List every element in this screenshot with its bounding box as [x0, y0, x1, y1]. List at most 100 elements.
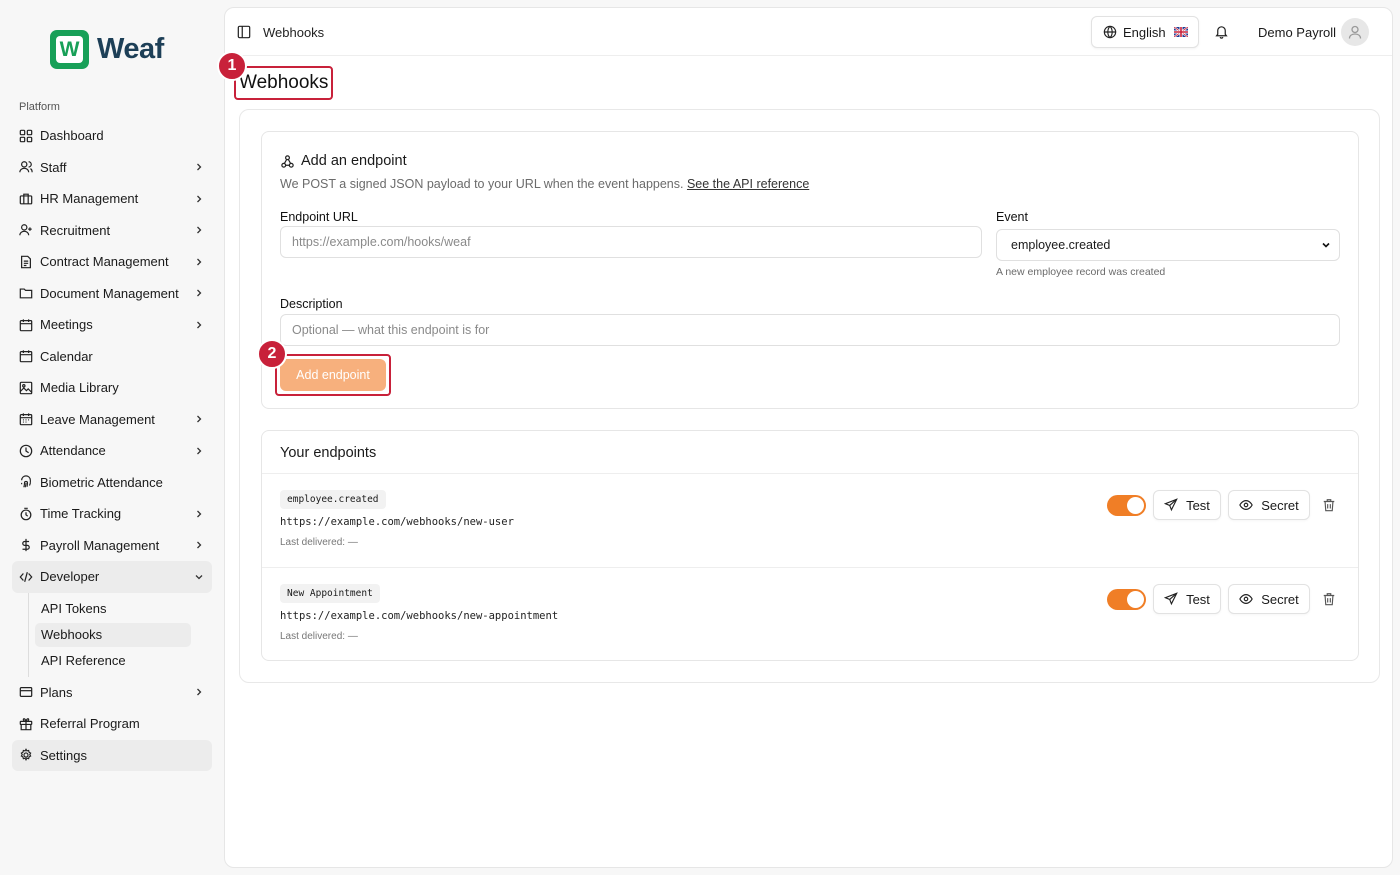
sidebar-subitem-api-reference[interactable]: API Reference [35, 649, 191, 673]
toggle-knob [1127, 497, 1144, 514]
enabled-toggle[interactable] [1107, 589, 1146, 610]
description-input[interactable] [280, 314, 1340, 346]
api-reference-link[interactable]: See the API reference [687, 177, 809, 191]
endpoint-url: https://example.com/webhooks/new-user [280, 516, 514, 528]
chevron-right-icon [197, 195, 202, 203]
bell-icon[interactable] [1214, 24, 1229, 39]
sidebar-item-media-library[interactable]: Media Library [12, 372, 212, 404]
subtitle-text: We POST a signed JSON payload to your UR… [280, 177, 684, 191]
sidebar-item-leave-management[interactable]: Leave Management [12, 404, 212, 436]
sidebar-item-label: Referral Program [40, 716, 140, 732]
sidebar-item-plans[interactable]: Plans [12, 677, 212, 709]
test-label: Test [1186, 497, 1210, 513]
enabled-toggle[interactable] [1107, 495, 1146, 516]
code-icon [19, 571, 33, 582]
folder-icon [19, 288, 33, 299]
add-endpoint-heading: Add an endpoint [280, 153, 407, 169]
avatar[interactable] [1341, 18, 1369, 46]
send-icon [1164, 498, 1178, 512]
gear-icon [20, 748, 32, 762]
test-label: Test [1186, 591, 1210, 607]
sidebar-item-label: Staff [40, 159, 67, 175]
sidebar-item-label: Time Tracking [40, 506, 122, 522]
main-panel: Webhooks English Demo Payroll Webhooks 1… [217, 7, 1393, 868]
trash-icon[interactable] [1322, 592, 1336, 606]
sidebar-item-recruitment[interactable]: Recruitment [12, 215, 212, 247]
dollar-icon [22, 539, 30, 552]
event-badge: New Appointment [280, 584, 380, 603]
webhook-icon [281, 154, 294, 168]
document-icon [21, 255, 31, 269]
sidebar-item-payroll-management[interactable]: Payroll Management [12, 530, 212, 562]
sidebar-item-developer[interactable]: Developer [12, 561, 212, 593]
dashboard-icon [19, 129, 33, 143]
chevron-right-icon [197, 415, 202, 423]
calendar-icon [19, 350, 33, 363]
sidebar-item-settings[interactable]: Settings [12, 739, 212, 771]
sidebar-subitem-api-tokens[interactable]: API Tokens [35, 597, 191, 621]
test-button[interactable]: Test [1153, 490, 1221, 520]
sidebar-item-staff[interactable]: Staff [12, 152, 212, 184]
sidebar-item-calendar[interactable]: Calendar [12, 341, 212, 373]
event-badge: employee.created [280, 490, 386, 509]
brand-logo[interactable]: W Weaf [50, 30, 164, 69]
sidebar-item-label: Document Management [40, 285, 179, 301]
sidebar-item-label: Attendance [40, 443, 106, 459]
breadcrumb: Webhooks [263, 25, 325, 40]
sidebar-item-time-tracking[interactable]: Time Tracking [12, 498, 212, 530]
brand-name: Weaf [97, 33, 164, 65]
credit-card-icon [19, 687, 33, 698]
secret-button[interactable]: Secret [1228, 584, 1310, 614]
user-icon [1348, 25, 1362, 39]
sidebar-item-label: Payroll Management [40, 537, 160, 553]
sidebar-item-label: HR Management [40, 191, 139, 207]
logo-letter: W [56, 36, 83, 63]
sidebar-item-label: Settings [40, 747, 87, 763]
sidebar-item-referral-program[interactable]: Referral Program [12, 708, 212, 740]
endpoint-url: https://example.com/webhooks/new-appoint… [280, 610, 559, 622]
users-icon [19, 161, 33, 173]
sidebar-item-dashboard[interactable]: Dashboard [12, 120, 212, 152]
sidebar-item-label: Media Library [40, 380, 119, 396]
event-select-value: employee.created [1011, 238, 1111, 252]
sidebar-item-label: Dashboard [40, 128, 104, 144]
sidebar-item-document-management[interactable]: Document Management [12, 278, 212, 310]
sidebar-item-meetings[interactable]: Meetings [12, 309, 212, 341]
user-name[interactable]: Demo Payroll [1258, 25, 1336, 40]
endpoint-url-input[interactable] [280, 226, 982, 258]
sidebar-toggle-icon[interactable] [237, 25, 251, 39]
briefcase-icon [19, 193, 33, 205]
sidebar-item-hr-management[interactable]: HR Management [12, 183, 212, 215]
sidebar-item-label: Plans [40, 684, 73, 700]
sidebar-subitem-webhooks[interactable]: Webhooks [35, 622, 191, 647]
globe-icon [1103, 25, 1117, 39]
eye-icon [1239, 594, 1253, 604]
secret-label: Secret [1261, 591, 1299, 607]
logo-badge: W [50, 30, 89, 69]
sidebar-item-biometric-attendance[interactable]: Biometric Attendance [12, 467, 212, 499]
sidebar-item-contract-management[interactable]: Contract Management [12, 246, 212, 278]
event-select[interactable]: employee.created [996, 229, 1340, 261]
fingerprint-icon [21, 475, 31, 488]
endpoint-url-label: Endpoint URL [280, 210, 358, 224]
sidebar-nav: Dashboard Staff HR Management Recruitmen… [12, 120, 212, 771]
last-delivered: Last delivered: — [280, 631, 358, 642]
test-button[interactable]: Test [1153, 584, 1221, 614]
event-hint: A new employee record was created [996, 266, 1166, 278]
trash-icon[interactable] [1322, 498, 1336, 512]
developer-subnav: API Tokens Webhooks API Reference [28, 592, 212, 677]
highlight-box-add-button [275, 354, 391, 396]
event-label: Event [996, 210, 1028, 224]
topbar: Webhooks English Demo Payroll [225, 8, 1392, 56]
step-marker-2: 2 [257, 339, 287, 369]
secret-button[interactable]: Secret [1228, 490, 1310, 520]
endpoints-card: Your endpoints employee.created https://… [261, 430, 1359, 661]
sidebar-item-label: Biometric Attendance [40, 474, 163, 490]
last-delivered: Last delivered: — [280, 537, 358, 548]
sidebar-item-attendance[interactable]: Attendance [12, 435, 212, 467]
chevron-right-icon [197, 226, 202, 234]
language-selector[interactable]: English [1091, 16, 1199, 48]
highlight-box-title [234, 66, 333, 100]
chevron-right-icon [197, 258, 202, 266]
language-label: English [1123, 24, 1166, 40]
